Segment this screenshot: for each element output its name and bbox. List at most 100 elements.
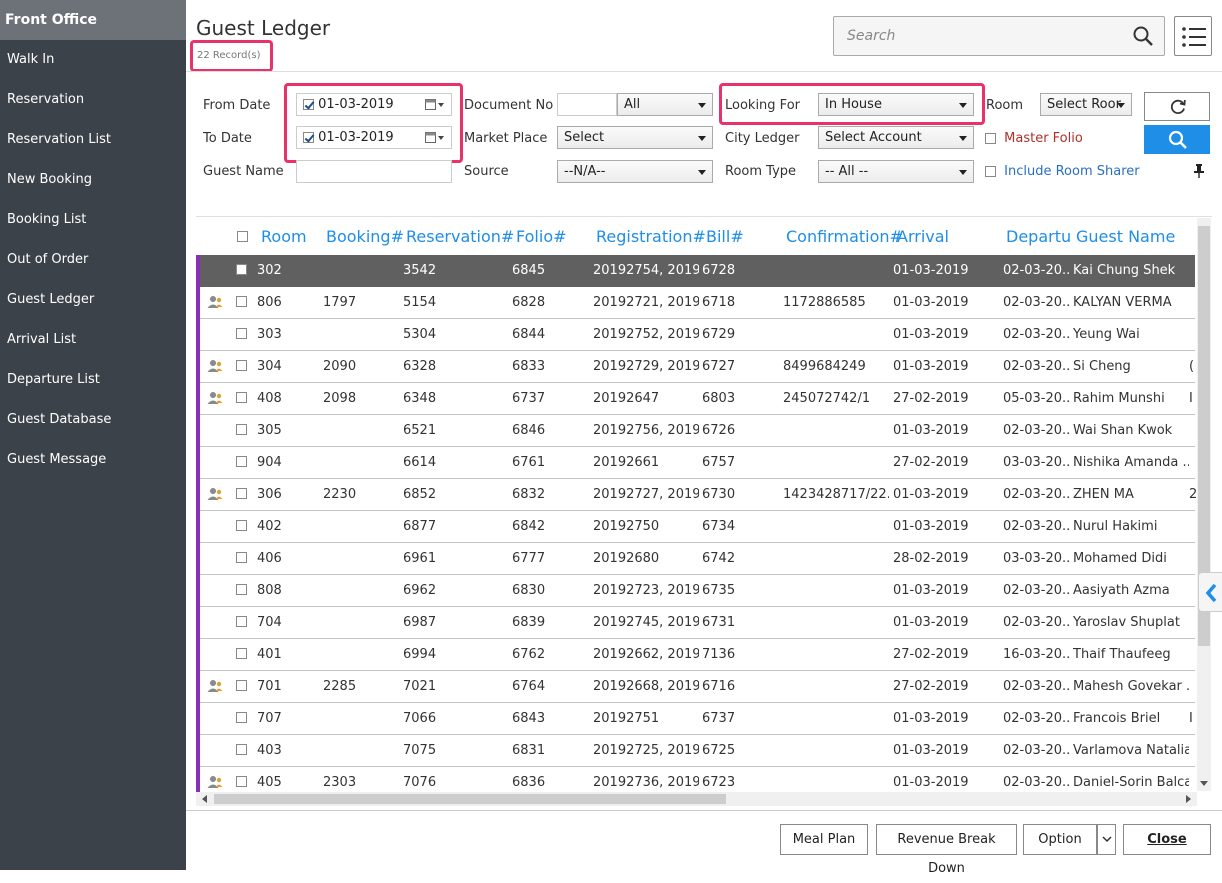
cell-room: 704 <box>257 615 282 630</box>
table-row[interactable]: 904 6614 6761 20192661 6757 27-02-2019 03-03-2… <box>196 447 1195 479</box>
row-checkbox[interactable] <box>236 392 247 403</box>
menu-button[interactable] <box>1174 16 1212 56</box>
select-all-checkbox[interactable] <box>237 231 248 242</box>
to-date-checkbox[interactable] <box>303 132 314 143</box>
row-checkbox[interactable] <box>236 360 247 371</box>
row-checkbox[interactable] <box>236 616 247 627</box>
calendar-icon[interactable] <box>425 98 445 119</box>
side-panel-toggle[interactable] <box>1198 572 1222 612</box>
sidebar-item-reservation-list[interactable]: Reservation List <box>0 120 186 160</box>
row-checkbox[interactable] <box>236 424 247 435</box>
calendar-icon[interactable] <box>425 131 445 152</box>
column-header-bill[interactable]: Bill# <box>706 227 744 246</box>
guest-profile-icon[interactable] <box>207 391 223 409</box>
table-row[interactable]: 806 1797 5154 6828 20192721, 2019...6718 1172… <box>196 287 1195 319</box>
sidebar-item-guest-database[interactable]: Guest Database <box>0 400 186 440</box>
column-header-arrival[interactable]: Arrival <box>897 227 949 246</box>
table-row[interactable]: 304 2090 6328 6833 20192729, 2019...6727 8499… <box>196 351 1195 383</box>
row-checkbox[interactable] <box>236 584 247 595</box>
room-type-select[interactable]: -- All -- <box>818 160 974 183</box>
table-row[interactable]: 303 5304 6844 20192752, 2019...6729 01-03-20… <box>196 319 1195 351</box>
search-button[interactable] <box>1144 125 1210 154</box>
room-select[interactable]: Select Roor <box>1040 93 1132 116</box>
table-row[interactable]: 707 7066 6843 20192751 6737 01-03-2019 02-03-2… <box>196 703 1195 735</box>
sidebar-item-walk-in[interactable]: Walk In <box>0 40 186 80</box>
row-checkbox[interactable] <box>236 776 247 787</box>
cell-registration: 20192754, 2019... <box>593 263 699 278</box>
pin-icon[interactable] <box>1193 164 1205 182</box>
table-row[interactable]: 401 6994 6762 20192662, 2019...7136 27-02-20… <box>196 639 1195 671</box>
table-row[interactable]: 406 6961 6777 20192680 6742 28-02-2019 03-03-2… <box>196 543 1195 575</box>
sidebar-item-out-of-order[interactable]: Out of Order <box>0 240 186 280</box>
vertical-scrollbar[interactable] <box>1197 218 1211 791</box>
table-row[interactable]: 302 3542 6845 20192754, 2019...6728 01-03-20… <box>196 255 1195 287</box>
table-row[interactable]: 704 6987 6839 20192745, 2019...6731 01-03-20… <box>196 607 1195 639</box>
include-room-sharer-option[interactable]: Include Room Sharer <box>985 164 1140 179</box>
column-header-reservation[interactable]: Reservation# <box>406 227 514 246</box>
guest-profile-icon[interactable] <box>207 295 223 313</box>
row-checkbox[interactable] <box>236 264 247 275</box>
column-header-guest-name[interactable]: Guest Name <box>1076 227 1175 246</box>
sidebar-item-guest-message[interactable]: Guest Message <box>0 440 186 480</box>
scroll-left-arrow-icon[interactable] <box>201 795 207 803</box>
guest-profile-icon[interactable] <box>207 679 223 697</box>
row-checkbox[interactable] <box>236 296 247 307</box>
from-date-field[interactable]: 01-03-2019 <box>296 93 452 116</box>
include-room-sharer-checkbox[interactable] <box>985 166 996 177</box>
row-checkbox[interactable] <box>236 328 247 339</box>
row-checkbox[interactable] <box>236 520 247 531</box>
horizontal-scrollbar-thumb[interactable] <box>214 794 726 804</box>
table-row[interactable]: 808 6962 6830 20192723, 2019...6735 01-03-20… <box>196 575 1195 607</box>
guest-name-input[interactable] <box>296 160 452 183</box>
sidebar-item-booking-list[interactable]: Booking List <box>0 200 186 240</box>
guest-profile-icon[interactable] <box>207 487 223 505</box>
column-header-departure[interactable]: Departur <box>1006 227 1072 246</box>
column-header-confirmation[interactable]: Confirmation# <box>786 227 903 246</box>
row-checkbox[interactable] <box>236 680 247 691</box>
row-checkbox[interactable] <box>236 456 247 467</box>
horizontal-scrollbar[interactable] <box>196 792 1197 806</box>
city-ledger-select[interactable]: Select Account <box>818 126 974 149</box>
search-icon[interactable] <box>1132 25 1154 51</box>
table-row[interactable]: 402 6877 6842 20192750 6734 01-03-2019 02-03-2… <box>196 511 1195 543</box>
revenue-break-down-button[interactable]: Revenue Break Down <box>876 824 1017 876</box>
sidebar-item-departure-list[interactable]: Departure List <box>0 360 186 400</box>
source-select[interactable]: --N/A-- <box>557 160 713 183</box>
row-checkbox[interactable] <box>236 552 247 563</box>
option-button[interactable]: Option <box>1023 824 1097 855</box>
document-no-input[interactable] <box>557 93 617 116</box>
guest-profile-icon[interactable] <box>207 775 223 793</box>
sidebar-item-reservation[interactable]: Reservation <box>0 80 186 120</box>
document-type-select[interactable]: All <box>617 93 713 116</box>
search-input[interactable] <box>834 17 1124 55</box>
scroll-down-arrow-icon[interactable] <box>1200 781 1208 787</box>
close-button[interactable]: Close <box>1123 824 1211 855</box>
table-row[interactable]: 408 2098 6348 6737 20192647 6803 245072742/1 27… <box>196 383 1195 415</box>
sidebar-item-new-booking[interactable]: New Booking <box>0 160 186 200</box>
refresh-button[interactable] <box>1144 92 1210 121</box>
guest-profile-icon[interactable] <box>207 359 223 377</box>
column-header-booking[interactable]: Booking# <box>326 227 404 246</box>
from-date-checkbox[interactable] <box>303 99 314 110</box>
sidebar-item-guest-ledger[interactable]: Guest Ledger <box>0 280 186 320</box>
table-row[interactable]: 701 2285 7021 6764 20192668, 2019...6716 27-0… <box>196 671 1195 703</box>
table-row[interactable]: 306 2230 6852 6832 20192727, 2019...6730 1423… <box>196 479 1197 511</box>
looking-for-select[interactable]: In House <box>818 93 974 116</box>
row-checkbox[interactable] <box>236 648 247 659</box>
row-checkbox[interactable] <box>236 744 247 755</box>
market-place-select[interactable]: Select <box>557 126 713 149</box>
table-row[interactable]: 403 7075 6831 20192725, 2019...6725 01-03-20… <box>196 735 1195 767</box>
to-date-field[interactable]: 01-03-2019 <box>296 126 452 149</box>
sidebar-item-arrival-list[interactable]: Arrival List <box>0 320 186 360</box>
row-checkbox[interactable] <box>236 712 247 723</box>
master-folio-checkbox[interactable] <box>985 133 996 144</box>
table-row[interactable]: 305 6521 6846 20192756, 2019...6726 01-03-20… <box>196 415 1195 447</box>
column-header-folio[interactable]: Folio# <box>516 227 567 246</box>
scroll-right-arrow-icon[interactable] <box>1186 795 1192 803</box>
column-header-registration[interactable]: Registration# <box>596 227 706 246</box>
option-dropdown-button[interactable] <box>1097 824 1116 855</box>
master-folio-option[interactable]: Master Folio <box>985 131 1083 146</box>
column-header-room[interactable]: Room <box>261 227 307 246</box>
meal-plan-button[interactable]: Meal Plan <box>780 824 868 855</box>
row-checkbox[interactable] <box>236 488 247 499</box>
